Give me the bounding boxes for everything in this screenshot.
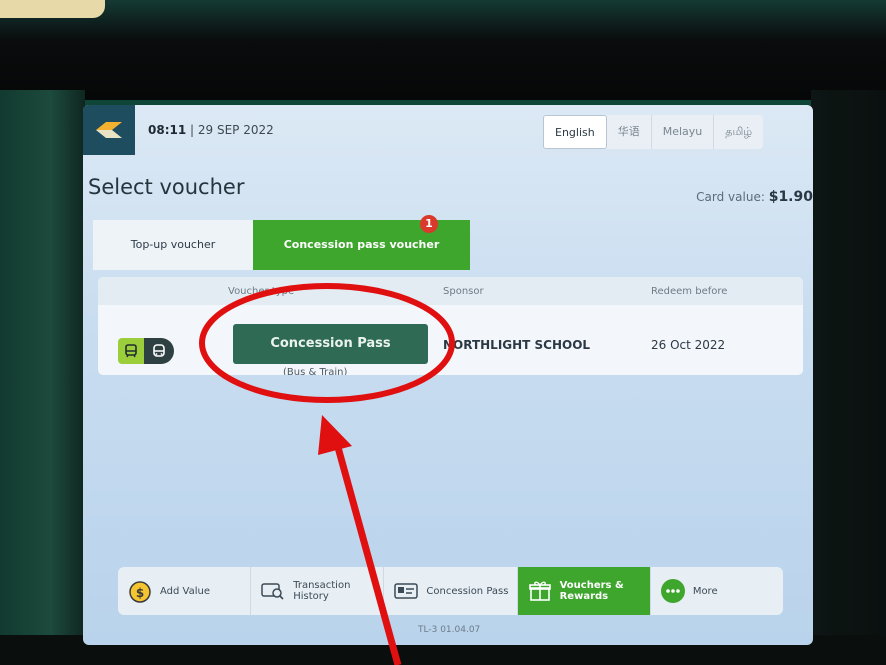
card-value-label: Card value:	[696, 190, 765, 204]
nav-label: Vouchers & Rewards	[559, 580, 624, 602]
tab-concession-pass-voucher[interactable]: Concession pass voucher 1	[253, 215, 470, 270]
transit-logo	[83, 105, 135, 155]
voucher-table: Voucher type Sponsor Redeem before Conce…	[98, 277, 803, 375]
table-header: Voucher type Sponsor Redeem before	[98, 277, 803, 305]
card-value-amount: $1.90	[768, 189, 813, 205]
card-value: Card value: $1.90	[696, 189, 813, 205]
nav-add-value[interactable]: $ Add Value	[118, 567, 252, 615]
bottom-nav: $ Add Value Transaction History Concessi…	[118, 567, 783, 615]
time: 08:11	[148, 123, 187, 137]
voucher-subtitle: (Bus & Train)	[283, 367, 348, 375]
gift-icon	[526, 577, 554, 605]
dollar-coin-icon: $	[126, 577, 154, 605]
nav-concession-pass[interactable]: Concession Pass	[384, 567, 518, 615]
nav-label: More	[692, 585, 718, 597]
datetime: 08:11 | 29 SEP 2022	[148, 123, 274, 137]
lang-tamil[interactable]: தமிழ்	[714, 115, 763, 149]
nav-more[interactable]: More	[651, 567, 783, 615]
card-search-icon	[259, 577, 287, 605]
column-sponsor: Sponsor	[443, 286, 484, 297]
nav-transaction-history[interactable]: Transaction History	[251, 567, 385, 615]
lang-malay[interactable]: Melayu	[652, 115, 715, 149]
kiosk-bezel-right	[811, 90, 886, 665]
software-version: TL-3 01.04.07	[418, 625, 481, 635]
svg-text:$: $	[136, 586, 144, 600]
bus-icon	[144, 338, 174, 364]
page-title: Select voucher	[88, 175, 245, 199]
tab-label: Concession pass voucher	[283, 238, 440, 251]
tab-count-badge: 1	[420, 215, 438, 233]
transit-logo-icon	[96, 122, 122, 138]
train-icon	[118, 338, 144, 364]
column-voucher-type: Voucher type	[228, 286, 295, 297]
concession-pass-button[interactable]: Concession Pass	[233, 324, 428, 364]
voucher-tabs: Top-up voucher Concession pass voucher 1	[93, 215, 470, 270]
nav-vouchers-rewards[interactable]: Vouchers & Rewards	[517, 567, 651, 615]
kiosk-bezel-left	[0, 90, 85, 665]
more-dots-icon	[659, 577, 687, 605]
tab-topup-voucher[interactable]: Top-up voucher	[93, 220, 253, 270]
kiosk-bezel-top	[0, 0, 886, 100]
column-redeem-before: Redeem before	[651, 286, 728, 297]
lang-english[interactable]: English	[543, 115, 607, 149]
date: | 29 SEP 2022	[190, 123, 274, 137]
nav-label: Concession Pass	[426, 585, 509, 597]
kiosk-corner-sticker	[0, 0, 105, 18]
id-card-icon	[392, 577, 420, 605]
language-selector: English 华语 Melayu தமிழ்	[543, 115, 764, 149]
redeem-before-date: 26 Oct 2022	[651, 338, 726, 352]
nav-label: Transaction History	[293, 580, 351, 602]
kiosk-screen: 08:11 | 29 SEP 2022 English 华语 Melayu தம…	[83, 105, 813, 645]
sponsor-name: NORTHLIGHT SCHOOL	[443, 338, 591, 352]
transport-mode-icons	[118, 338, 174, 364]
nav-label: Add Value	[160, 585, 210, 597]
lang-chinese[interactable]: 华语	[607, 115, 652, 149]
